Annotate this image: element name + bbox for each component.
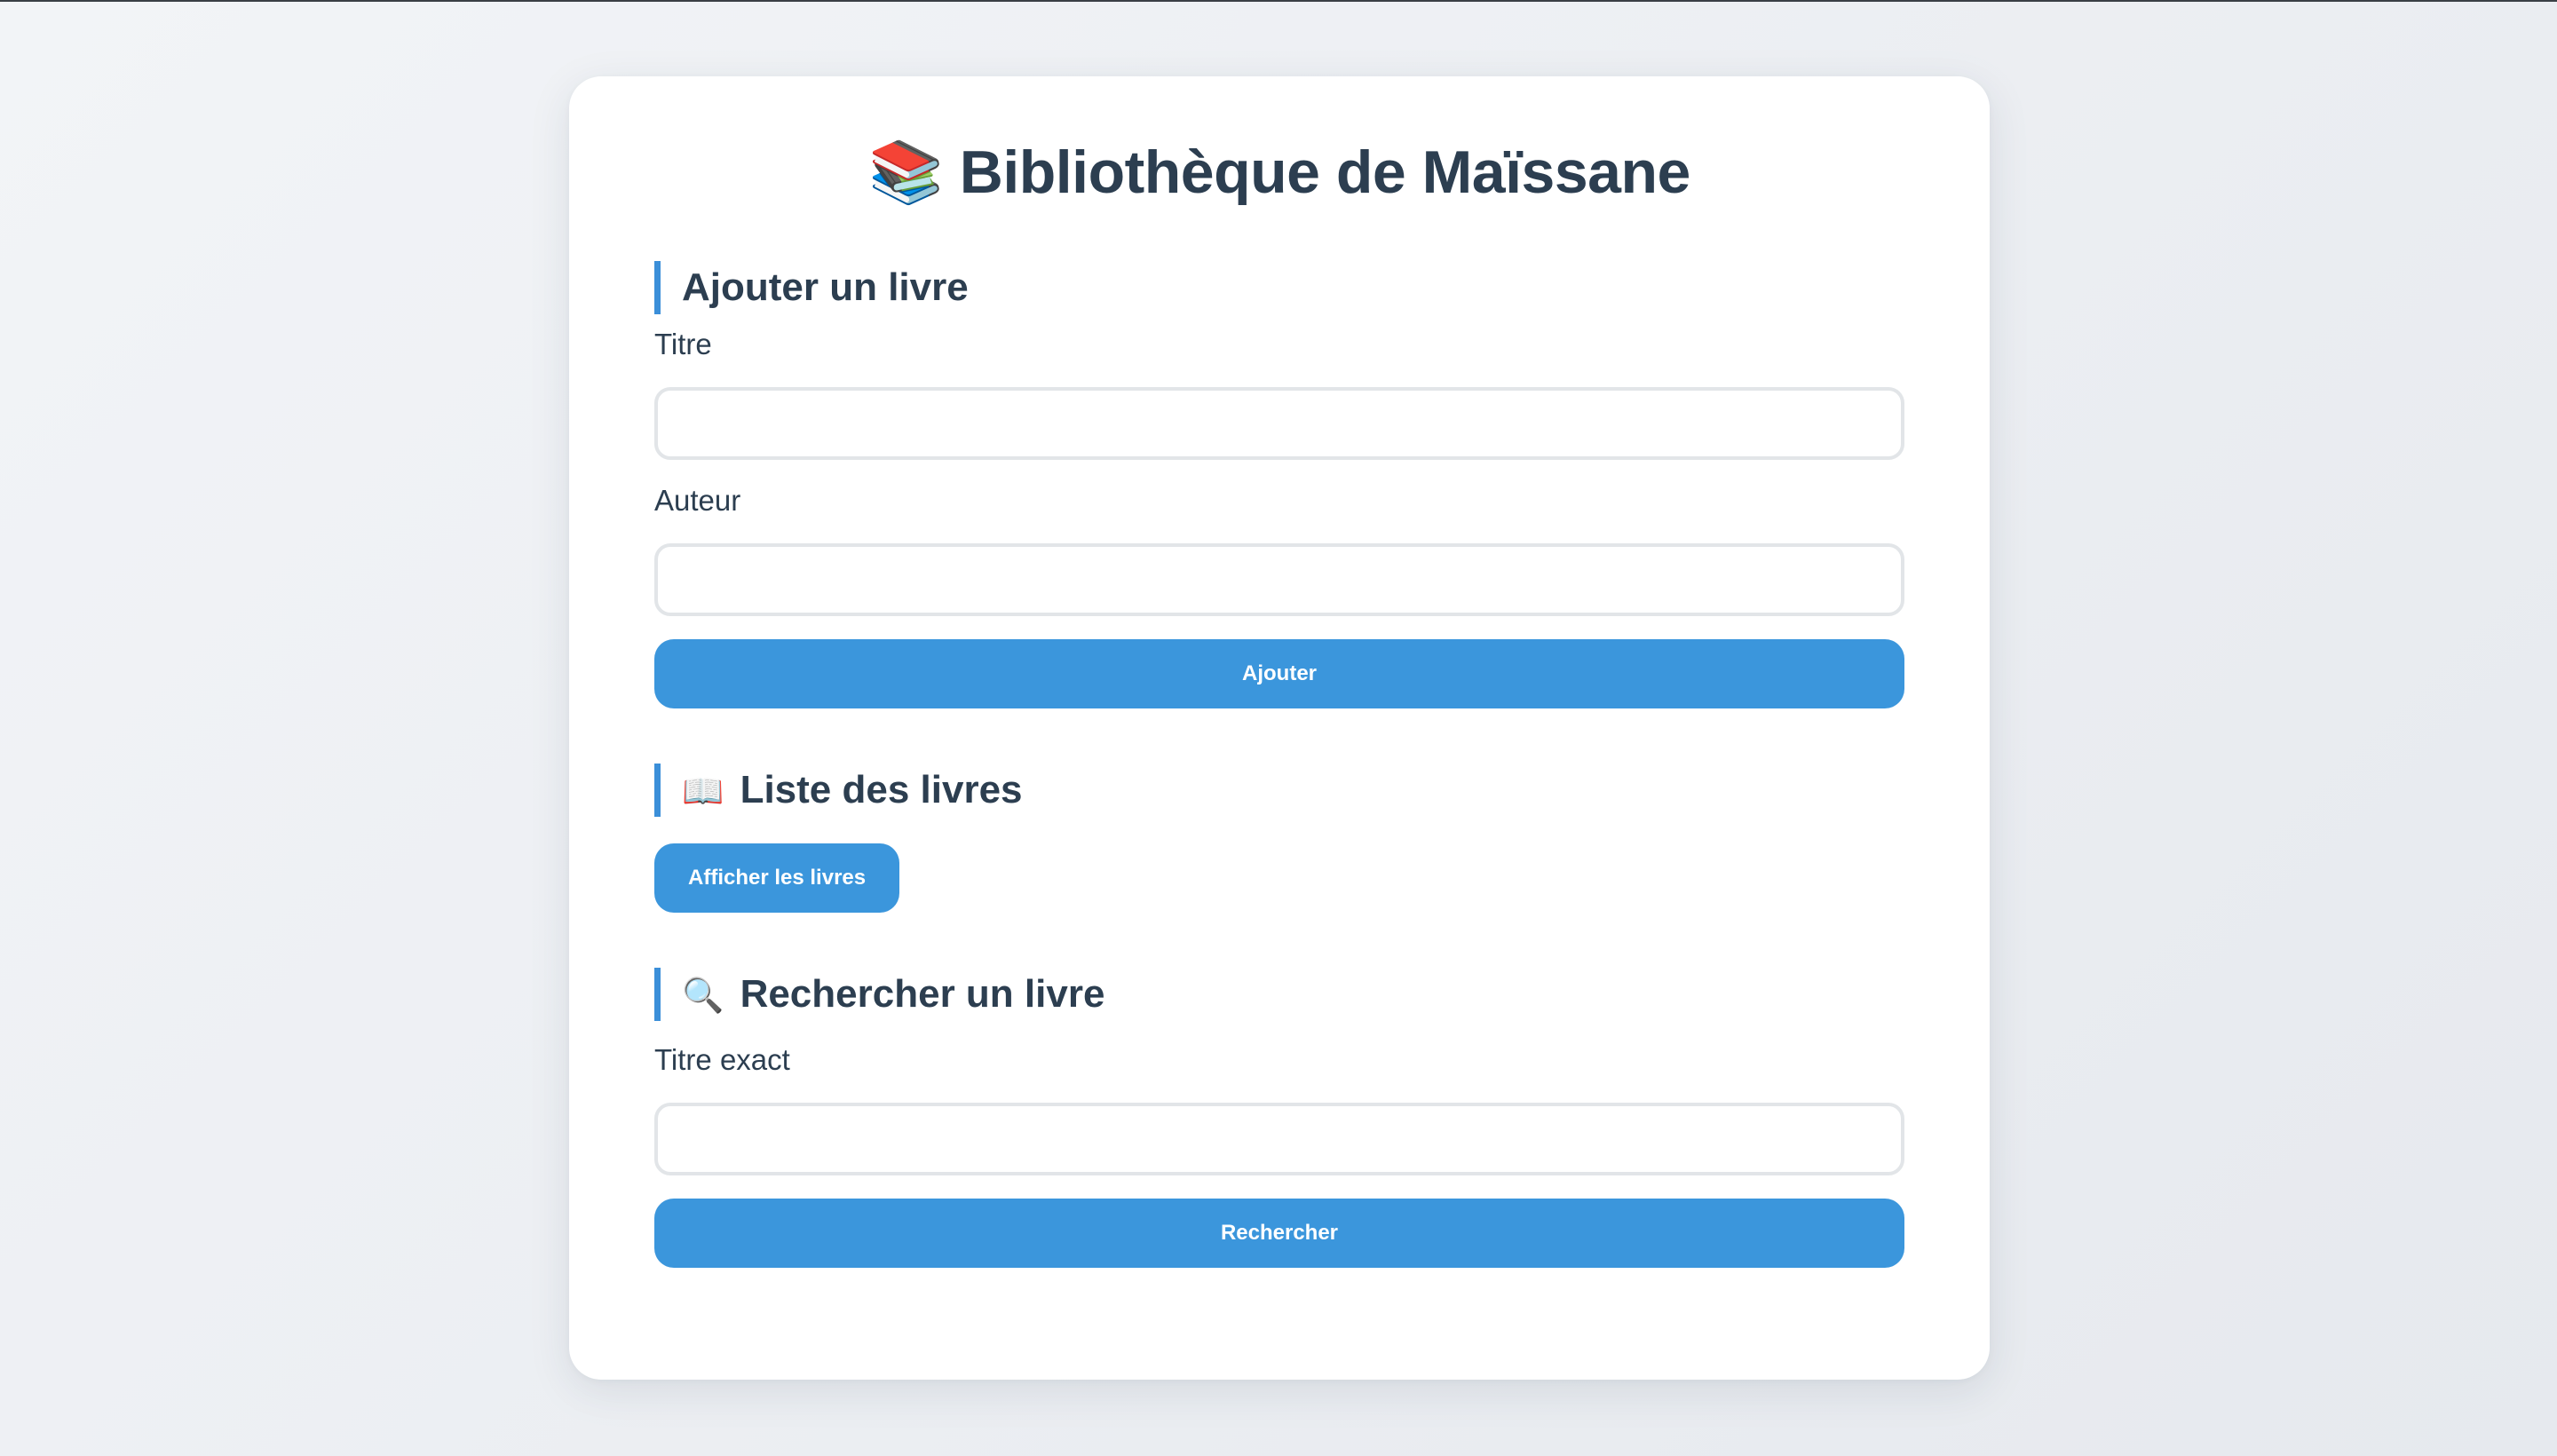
book-list-section: 📖 Liste des livres Afficher les livres	[654, 764, 1904, 913]
open-book-icon: 📖	[682, 772, 724, 811]
window-top-border	[0, 0, 2557, 2]
magnifier-icon: 🔍	[682, 976, 724, 1015]
search-section: 🔍 Rechercher un livre Titre exact Recher…	[654, 968, 1904, 1268]
books-icon: 📚	[868, 138, 944, 208]
add-book-section: Ajouter un livre Titre Auteur Ajouter	[654, 261, 1904, 708]
add-button[interactable]: Ajouter	[654, 639, 1904, 708]
page-title-text: Bibliothèque de Maïssane	[959, 138, 1691, 206]
author-label: Auteur	[654, 484, 741, 517]
search-heading: 🔍 Rechercher un livre	[654, 968, 1904, 1021]
exact-title-label: Titre exact	[654, 1043, 790, 1076]
exact-title-input[interactable]	[654, 1103, 1904, 1175]
title-input[interactable]	[654, 387, 1904, 460]
search-heading-text: Rechercher un livre	[740, 972, 1105, 1016]
search-button[interactable]: Rechercher	[654, 1199, 1904, 1268]
add-book-heading: Ajouter un livre	[654, 261, 1904, 314]
book-list-heading: 📖 Liste des livres	[654, 764, 1904, 817]
title-label: Titre	[654, 328, 712, 360]
author-input[interactable]	[654, 543, 1904, 616]
show-books-button[interactable]: Afficher les livres	[654, 843, 900, 913]
book-list-heading-text: Liste des livres	[740, 768, 1023, 811]
page-title: 📚 Bibliothèque de Maïssane	[654, 76, 1904, 213]
library-card: 📚 Bibliothèque de Maïssane Ajouter un li…	[569, 76, 1990, 1380]
